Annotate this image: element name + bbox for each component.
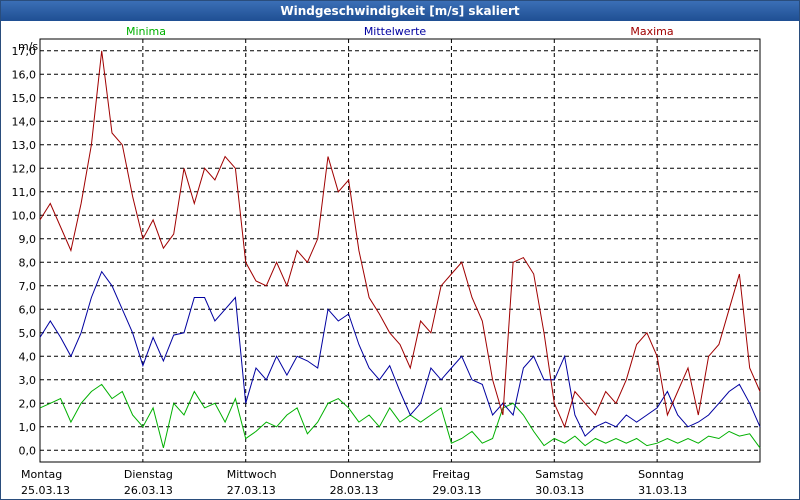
y-tick-label: 13,0: [12, 139, 37, 152]
x-tick-date: 25.03.13: [21, 484, 70, 497]
series-line-mittelwerte: [39, 270, 761, 437]
y-tick-label: 9,0: [19, 233, 37, 246]
x-tick-date: 30.03.13: [535, 484, 584, 497]
y-tick-label: 8,0: [19, 256, 37, 269]
x-tick-weekday: Dienstag: [124, 468, 173, 481]
y-tick-label: 12,0: [12, 162, 37, 175]
series-line-minima: [39, 383, 761, 449]
y-tick-label: 14,0: [12, 115, 37, 128]
legend: Minima Mittelwerte Maxima: [126, 25, 674, 38]
y-tick-label: 6,0: [19, 303, 37, 316]
y-tick-label: 3,0: [19, 374, 37, 387]
y-tick-label: 1,0: [19, 421, 37, 434]
legend-entry: Minima: [126, 25, 166, 38]
y-tick-label: 10,0: [12, 209, 37, 222]
x-tick-weekday: Donnerstag: [330, 468, 394, 481]
grid: [40, 39, 760, 462]
x-tick-date: 28.03.13: [330, 484, 379, 497]
y-tick-label: 5,0: [19, 327, 37, 340]
y-tick-label: 4,0: [19, 350, 37, 363]
y-tick-label: 11,0: [12, 186, 37, 199]
x-tick-weekday: Samstag: [535, 468, 583, 481]
x-tick-date: 31.03.13: [638, 484, 687, 497]
y-tick-label: 15,0: [12, 92, 37, 105]
legend-entry: Maxima: [630, 25, 673, 38]
legend-entry: Mittelwerte: [364, 25, 427, 38]
plot-area: [39, 38, 761, 463]
x-axis: Montag 25.03.13 Dienstag 26.03.13 Mittwoch 27…: [21, 468, 687, 497]
x-tick-date: 26.03.13: [124, 484, 173, 497]
y-axis-label: m/s: [18, 40, 38, 53]
y-tick-label: 0,0: [19, 444, 37, 457]
x-tick-weekday: Sonntag: [638, 468, 684, 481]
wind-speed-chart: 0,0 1,0 2,0 3,0 4,0 5,0 6,0 7,0 8,0 9,0 10,0 11,0 12…: [12, 25, 761, 497]
x-tick-date: 27.03.13: [227, 484, 276, 497]
x-tick-weekday: Mittwoch: [227, 468, 277, 481]
y-tick-label: 7,0: [19, 280, 37, 293]
x-tick-date: 29.03.13: [432, 484, 481, 497]
y-tick-label: 16,0: [12, 68, 37, 81]
y-tick-label: 2,0: [19, 397, 37, 410]
series-lines: [39, 50, 761, 449]
x-tick-weekday: Montag: [21, 468, 62, 481]
y-axis: 0,0 1,0 2,0 3,0 4,0 5,0 6,0 7,0 8,0 9,0 10,0 11,0 12…: [12, 45, 37, 458]
x-tick-weekday: Freitag: [432, 468, 470, 481]
